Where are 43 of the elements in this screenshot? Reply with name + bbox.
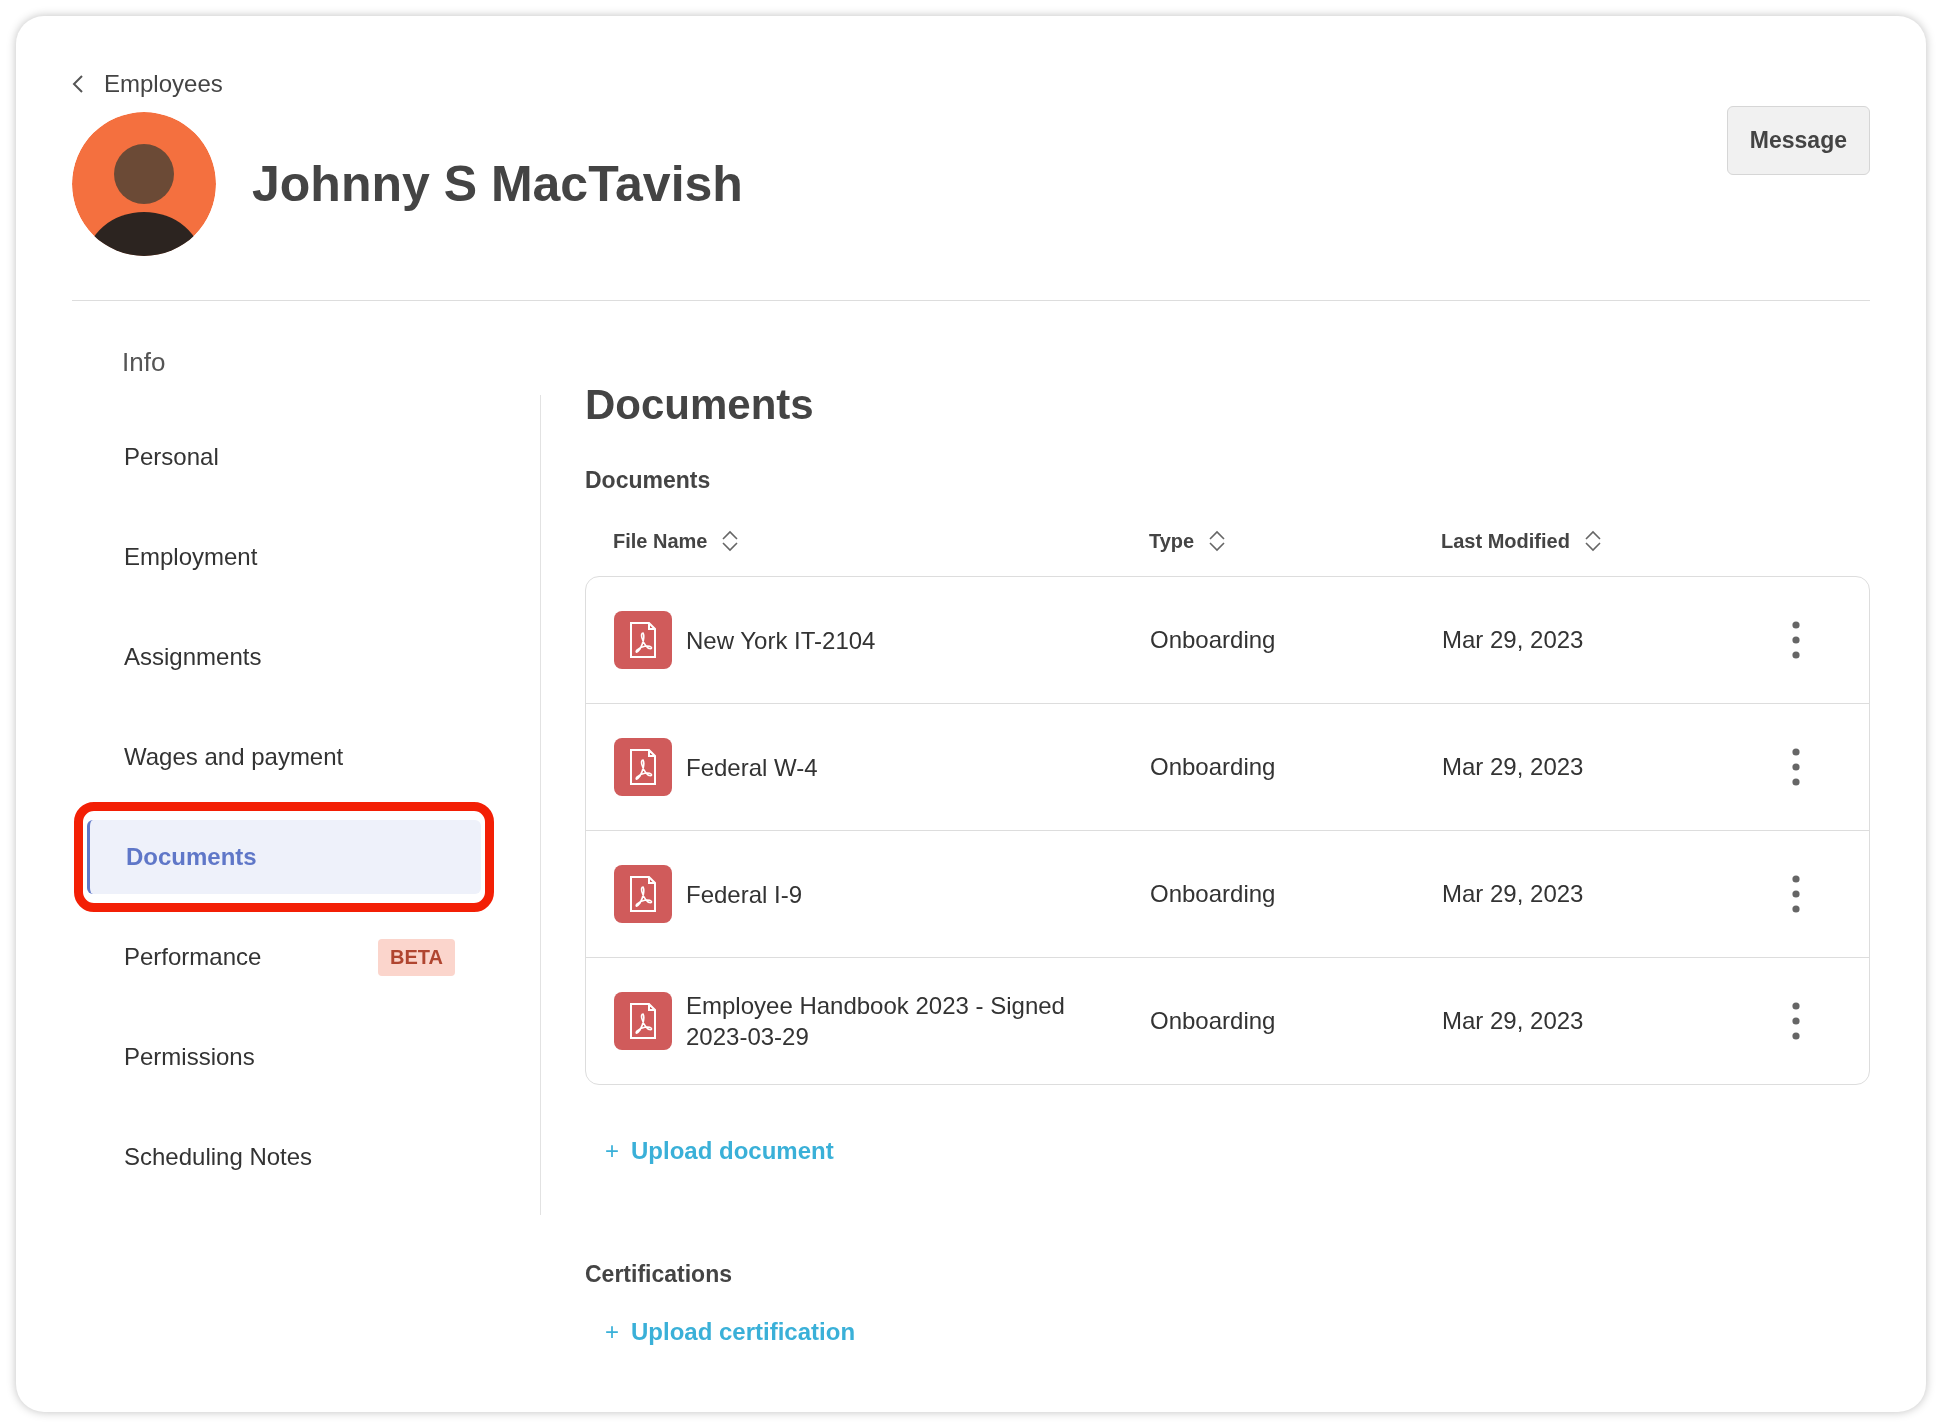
more-options-icon[interactable] bbox=[1792, 874, 1800, 914]
page-title: Documents bbox=[585, 381, 815, 429]
beta-badge: BETA bbox=[378, 938, 455, 976]
table-cell: Mar 29, 2023 bbox=[1442, 1007, 1584, 1035]
sidebar-item[interactable]: Employment bbox=[86, 520, 258, 594]
section-heading: Certifications bbox=[585, 1261, 733, 1288]
sidebar-item[interactable]: Assignments bbox=[86, 620, 262, 694]
sidebar-item[interactable]: Wages and payment bbox=[86, 720, 344, 794]
sort-icon[interactable] bbox=[1208, 529, 1227, 553]
sidebar-item[interactable]: Permissions bbox=[86, 1020, 255, 1094]
file-name[interactable]: New York IT-2104 bbox=[686, 624, 1106, 656]
more-options-icon[interactable] bbox=[1792, 747, 1800, 787]
more-options-icon[interactable] bbox=[1792, 1001, 1800, 1041]
column-header[interactable]: Type bbox=[1149, 529, 1195, 553]
table-cell: Mar 29, 2023 bbox=[1442, 753, 1584, 781]
table-cell: Onboarding bbox=[1150, 626, 1276, 654]
back-chevron-icon[interactable] bbox=[72, 74, 84, 94]
file-name[interactable]: Federal I-9 bbox=[686, 878, 1106, 910]
sidebar-item[interactable]: Personal bbox=[86, 420, 219, 494]
more-options-icon[interactable] bbox=[1792, 620, 1800, 660]
sidebar-item[interactable]: Documents bbox=[87, 820, 481, 894]
message-button[interactable]: Message bbox=[1726, 106, 1870, 175]
back-link[interactable]: Employees bbox=[104, 70, 223, 98]
file-name[interactable]: Federal W-4 bbox=[686, 751, 1106, 783]
sidebar-item[interactable]: Performance bbox=[86, 920, 262, 994]
pdf-file-icon bbox=[614, 865, 672, 923]
table-cell: Onboarding bbox=[1150, 1007, 1276, 1035]
sort-icon[interactable] bbox=[721, 529, 740, 553]
sort-icon[interactable] bbox=[1583, 529, 1602, 553]
pdf-file-icon bbox=[614, 738, 672, 796]
sidebar-item[interactable]: Scheduling Notes bbox=[86, 1120, 313, 1194]
sidebar-heading: Info bbox=[122, 347, 167, 379]
pdf-file-icon bbox=[614, 992, 672, 1050]
table-cell: Mar 29, 2023 bbox=[1442, 880, 1584, 908]
column-header[interactable]: Last Modified bbox=[1441, 529, 1570, 553]
table-cell: Onboarding bbox=[1150, 753, 1276, 781]
file-name[interactable]: Employee Handbook 2023 - Signed 2023-03-29 bbox=[686, 990, 1106, 1052]
pdf-file-icon bbox=[614, 611, 672, 669]
section-heading: Documents bbox=[585, 467, 712, 494]
table-cell: Onboarding bbox=[1150, 880, 1276, 908]
table-cell: Mar 29, 2023 bbox=[1442, 626, 1584, 654]
employee-name: Johnny S MacTavish bbox=[252, 155, 744, 213]
column-header[interactable]: File Name bbox=[613, 529, 708, 553]
